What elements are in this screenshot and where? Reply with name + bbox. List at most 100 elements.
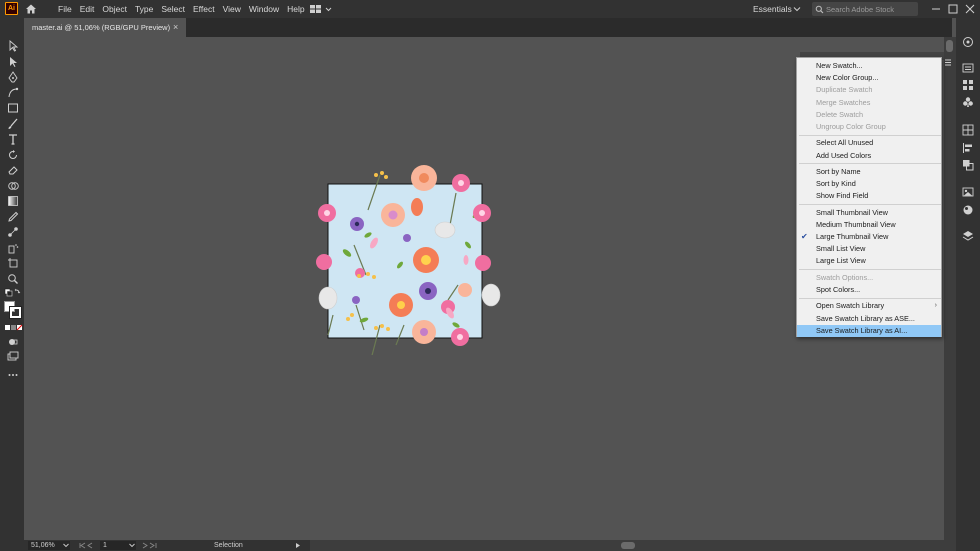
libraries-icon[interactable] [962,36,974,48]
layers-icon[interactable] [962,230,974,242]
shape-builder-tool-icon[interactable] [7,180,19,192]
zoom-chevron-icon[interactable] [62,542,70,549]
paintbrush-tool-icon[interactable] [7,118,19,130]
properties-icon[interactable] [962,62,974,74]
menu-item-new-swatch[interactable]: New Swatch... [797,60,941,72]
symbols-icon[interactable] [962,96,974,108]
swatches-panel-icon[interactable] [962,79,974,91]
workspace-label: Essentials [753,4,792,14]
menu-item-label: Sort by Name [816,166,861,176]
menu-item-sort-by-kind[interactable]: Sort by Kind [797,178,941,190]
color-mode-icons[interactable] [4,322,22,334]
rectangle-tool-icon[interactable] [7,102,19,114]
transform-icon[interactable] [962,124,974,136]
menu-item-show-find-field[interactable]: Show Find Field [797,190,941,202]
gradient-tool-icon[interactable] [7,195,19,207]
stock-search-input[interactable]: Search Adobe Stock [812,2,918,16]
menu-item-swatch-options: Swatch Options... [797,272,941,284]
menu-item-label: Add Used Colors [816,150,872,160]
home-icon[interactable] [25,3,37,15]
menu-item-large-list-view[interactable]: Large List View [797,255,941,267]
artboard-chevron-icon[interactable] [128,542,136,549]
menu-item-label: Select All Unused [816,138,874,148]
menu-item-label: New Color Group... [816,73,879,83]
stroke-swatch[interactable] [9,306,22,319]
blend-tool-icon[interactable] [7,226,19,238]
pathfinder-icon[interactable] [962,159,974,171]
drawing-mode-icon[interactable] [7,336,19,348]
main-menu: File Edit Object Type Select Effect View Window… [58,0,313,18]
artboard-tool-icon[interactable] [7,257,19,269]
type-tool-icon[interactable] [7,133,19,145]
menu-item-label: Show Find Field [816,191,869,201]
menu-separator [799,297,941,299]
menu-item-small-list-view[interactable]: Small List View [797,243,941,255]
swatches-panel-flyout-menu: New Swatch... New Color Group... Duplicate… [796,57,942,337]
selection-tool-icon[interactable] [7,40,19,52]
arrange-documents-icon[interactable] [309,4,333,14]
next-last-artboard-icon[interactable] [140,542,160,549]
more-tools-icon[interactable] [7,369,19,381]
menu-window[interactable]: Window [249,4,279,14]
direct-selection-tool-icon[interactable] [7,56,19,68]
maximize-icon[interactable] [948,4,958,14]
menu-separator [799,163,941,165]
appearance-icon[interactable] [962,204,974,216]
menu-item-label: Medium Thumbnail View [816,219,896,229]
menu-separator [799,134,941,136]
eraser-tool-icon[interactable] [7,164,19,176]
menu-edit[interactable]: Edit [80,4,95,14]
vertical-scrollbar[interactable] [944,37,956,540]
status-menu-arrow-icon[interactable] [294,542,302,549]
menu-item-open-swatch-library[interactable]: Open Swatch Library › [797,300,941,312]
menu-item-label: Large Thumbnail View [816,232,889,241]
menu-object[interactable]: Object [102,4,127,14]
menu-bar: Ai File Edit Object Type Select Effect View Win… [0,0,980,18]
document-tab[interactable]: master.ai @ 51,06% (RGB/GPU Preview) × [24,18,186,37]
menu-item-save-swatch-library-as-ai[interactable]: Save Swatch Library as AI... [797,324,941,337]
menu-item-label: Small List View [816,244,866,254]
symbol-sprayer-tool-icon[interactable] [7,242,19,254]
menu-view[interactable]: View [223,4,241,14]
eyedropper-tool-icon[interactable] [7,211,19,223]
screen-mode-icon[interactable] [7,351,19,363]
menu-item-sort-by-name[interactable]: Sort by Name [797,166,941,178]
panel-menu-icon[interactable] [944,58,952,67]
zoom-tool-icon[interactable] [7,273,19,285]
menu-item-ungroup-color-group: Ungroup Color Group [797,121,941,133]
menu-item-select-all-unused[interactable]: Select All Unused [797,137,941,149]
default-colors-icon[interactable] [4,288,22,300]
menu-item-label: Small Thumbnail View [816,207,888,217]
menu-help[interactable]: Help [287,4,304,14]
menu-item-save-swatch-library-as-ase[interactable]: Save Swatch Library as ASE... [797,313,941,325]
horizontal-scrollbar[interactable] [310,540,956,551]
menu-item-add-used-colors[interactable]: Add Used Colors [797,150,941,162]
menu-item-new-color-group[interactable]: New Color Group... [797,72,941,84]
menu-item-small-thumbnail-view[interactable]: Small Thumbnail View [797,207,941,219]
asset-export-icon[interactable] [962,186,974,198]
menu-item-medium-thumbnail-view[interactable]: Medium Thumbnail View [797,219,941,231]
tools-panel [0,18,24,540]
menu-type[interactable]: Type [135,4,153,14]
align-icon[interactable] [962,142,974,154]
close-tab-icon[interactable]: × [173,22,178,32]
chevron-down-icon [793,7,801,12]
workspace-switcher[interactable]: Essentials [753,0,802,18]
rotate-tool-icon[interactable] [7,149,19,161]
vertical-scroll-thumb[interactable] [946,40,953,52]
horizontal-scroll-thumb[interactable] [621,542,635,549]
illustrator-window: Ai File Edit Object Type Select Effect View Win… [0,0,980,551]
menu-item-large-thumbnail-view[interactable]: ✔ Large Thumbnail View [797,231,941,243]
curvature-tool-icon[interactable] [7,87,19,99]
search-placeholder: Search Adobe Stock [826,4,894,14]
document-tab-bar: master.ai @ 51,06% (RGB/GPU Preview) × [24,18,952,37]
first-previous-artboard-icon[interactable] [78,542,98,549]
menu-item-spot-colors[interactable]: Spot Colors... [797,284,941,296]
artboard[interactable] [308,165,508,355]
document-tab-title: master.ai @ 51,06% (RGB/GPU Preview) [32,23,171,32]
close-window-icon[interactable] [965,4,975,14]
menu-effect[interactable]: Effect [193,4,215,14]
pen-tool-icon[interactable] [7,71,19,83]
menu-select[interactable]: Select [161,4,185,14]
menu-file[interactable]: File [58,4,72,14]
